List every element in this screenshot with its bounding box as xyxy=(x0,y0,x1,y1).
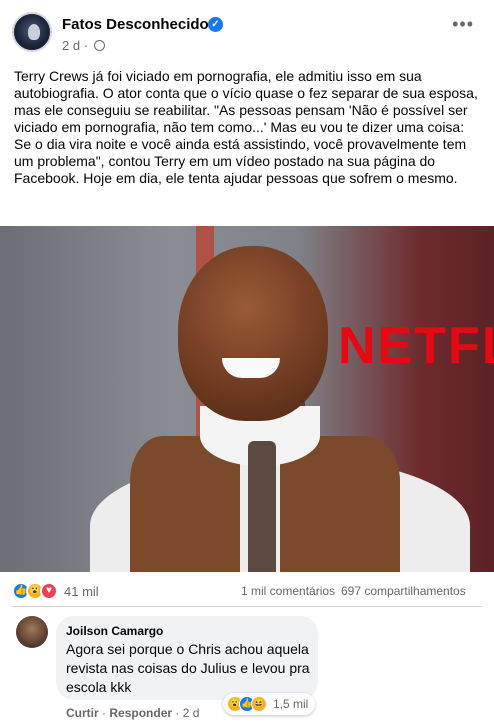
love-reaction-icon: ♥ xyxy=(40,582,58,600)
shares-count[interactable]: 697 compartilhamentos xyxy=(341,584,466,598)
commenter-avatar[interactable] xyxy=(16,616,48,648)
post-photo[interactable]: NETFLIX xyxy=(0,226,494,572)
photo-tie xyxy=(248,441,276,572)
verified-badge-icon: ✓ xyxy=(208,17,223,32)
netflix-backdrop-logo: NETFLIX xyxy=(338,317,494,375)
like-comment-button[interactable]: Curtir xyxy=(66,706,99,720)
divider xyxy=(12,606,482,607)
post-card: Fatos Desconhecidos ✓ 2 d · ••• Terry Cr… xyxy=(0,0,494,724)
post-body-text: Terry Crews já foi viciado em pornografi… xyxy=(14,68,478,186)
reply-comment-button[interactable]: Responder xyxy=(109,706,172,720)
comment-reactions[interactable]: 😮 👍 😆 1,5 mil xyxy=(223,693,315,715)
post-header: Fatos Desconhecidos ✓ 2 d · ••• xyxy=(12,12,482,56)
globe-icon xyxy=(93,40,105,51)
comment-time[interactable]: 2 d xyxy=(183,706,200,720)
comment-author[interactable]: Joilson Camargo xyxy=(66,624,163,638)
photo-head xyxy=(178,246,328,421)
more-options-icon[interactable]: ••• xyxy=(452,14,474,35)
comment-reactions-count: 1,5 mil xyxy=(273,697,309,711)
comments-count[interactable]: 1 mil comentários xyxy=(241,584,335,598)
post-meta: 2 d · xyxy=(62,38,105,53)
reactions-count[interactable]: 41 mil xyxy=(64,584,99,599)
post-time[interactable]: 2 d xyxy=(62,38,80,53)
haha-reaction-icon: 😆 xyxy=(251,696,267,712)
page-name[interactable]: Fatos Desconhecidos xyxy=(62,16,217,33)
page-avatar[interactable] xyxy=(12,12,52,52)
comment-actions: Curtir · Responder · 2 d xyxy=(66,706,200,720)
comment-text: Agora sei porque o Chris achou aquela re… xyxy=(66,641,310,695)
